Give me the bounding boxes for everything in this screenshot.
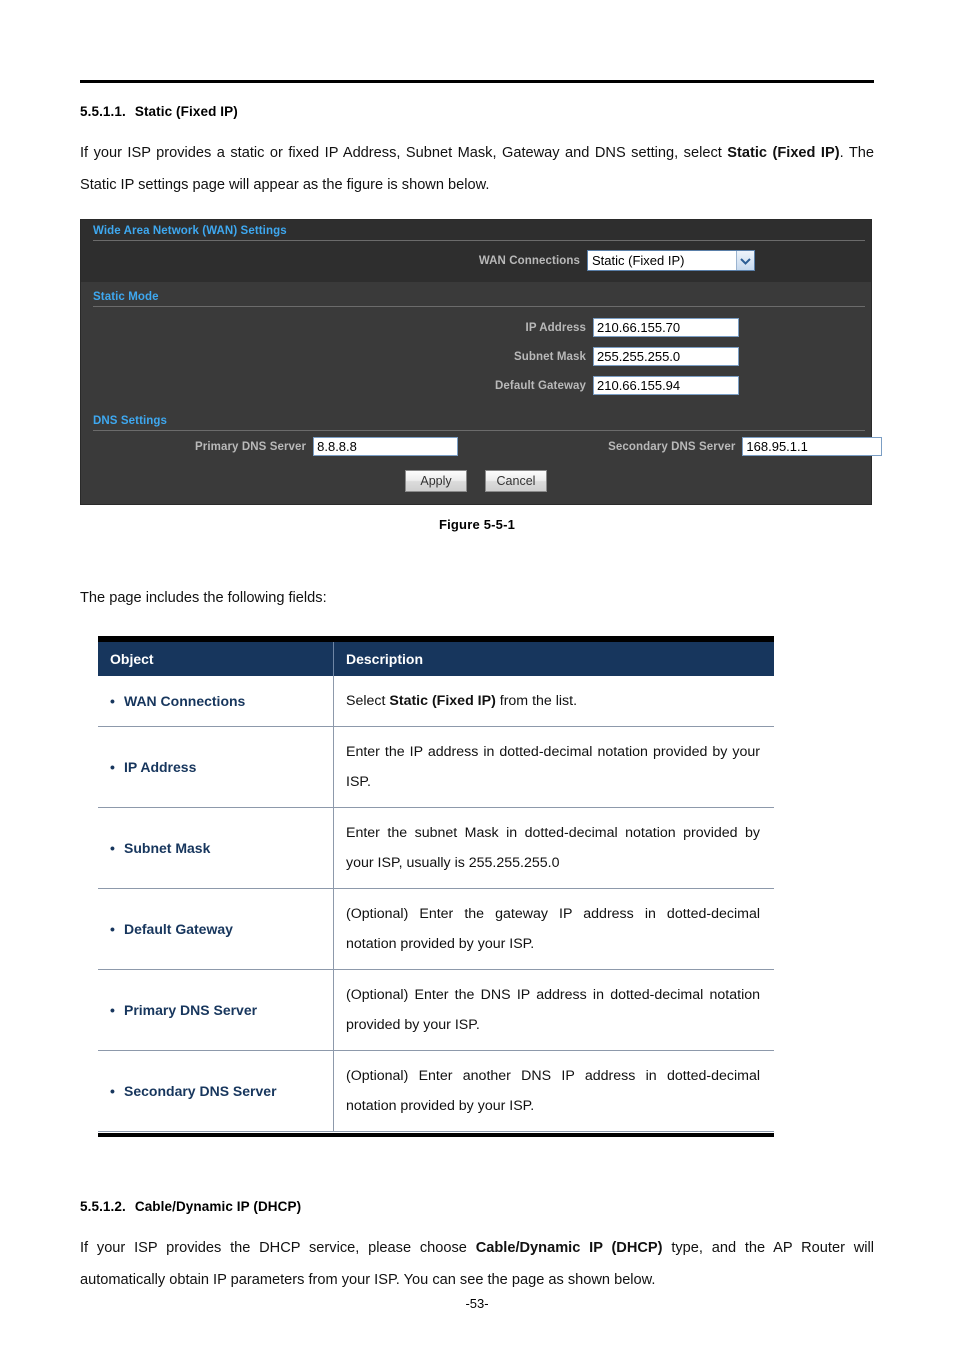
- section-paragraph-dhcp: If your ISP provides the DHCP service, p…: [80, 1240, 874, 1288]
- dns-settings-label: DNS Settings: [93, 415, 168, 427]
- section-heading-static: 5.5.1.1. Static (Fixed IP): [80, 104, 874, 119]
- section-number: 5.5.1.1.: [80, 104, 126, 119]
- column-header-object: Object: [98, 640, 334, 676]
- subnet-mask-label: Subnet Mask: [513, 350, 586, 363]
- section-heading-dhcp: 5.5.1.2. Cable/Dynamic IP (DHCP): [80, 1199, 874, 1214]
- field-description-cell: (Optional) Enter the DNS IP address in d…: [333, 969, 774, 1051]
- field-object-cell: • Subnet Mask: [98, 807, 334, 889]
- table-row: • Default Gateway (Optional) Enter the gat…: [98, 888, 774, 970]
- section-title: Static (Fixed IP): [134, 104, 238, 119]
- secondary-dns-group: Secondary DNS Server: [608, 437, 883, 456]
- secondary-dns-label: Secondary DNS Server: [608, 440, 736, 453]
- subnet-mask-input[interactable]: [593, 347, 739, 366]
- field-object-label: Primary DNS Server: [124, 1002, 258, 1018]
- field-description-cell: (Optional) Enter the gateway IP address …: [333, 888, 774, 970]
- default-gateway-label: Default Gateway: [495, 379, 586, 392]
- page-header-rule: [80, 80, 874, 83]
- table-row: • Subnet Mask Enter the subnet Mask in dot…: [98, 807, 774, 889]
- field-object-label: Default Gateway: [124, 921, 233, 937]
- section-title: Cable/Dynamic IP (DHCP): [134, 1199, 302, 1214]
- section-number: 5.5.1.2.: [80, 1199, 126, 1214]
- field-object-cell: • WAN Connections: [98, 676, 334, 727]
- field-object-label: WAN Connections: [124, 693, 246, 709]
- static-mode-label: Static Mode: [93, 291, 159, 303]
- primary-dns-input[interactable]: [313, 437, 459, 456]
- ip-address-input[interactable]: [593, 318, 739, 337]
- field-object-cell: • IP Address: [98, 726, 334, 808]
- bullet-icon: •: [110, 1083, 115, 1099]
- wan-connections-row: WAN Connections Static (Fixed IP): [81, 241, 871, 282]
- table-bottom-rule: [98, 1133, 774, 1137]
- page-number: -53-: [465, 1296, 489, 1311]
- ip-address-row: IP Address: [81, 307, 871, 342]
- field-object-cell: • Default Gateway: [98, 888, 334, 970]
- table-row: • IP Address Enter the IP address in dotte…: [98, 726, 774, 808]
- primary-dns-label: Primary DNS Server: [195, 440, 307, 453]
- default-gateway-row: Default Gateway: [81, 371, 871, 405]
- figure-caption: Figure 5-5-1: [438, 517, 516, 532]
- wan-connections-value: Static (Fixed IP): [592, 253, 685, 268]
- subnet-mask-row: Subnet Mask: [81, 342, 871, 371]
- wan-connections-select[interactable]: Static (Fixed IP): [587, 250, 755, 271]
- cancel-button[interactable]: Cancel: [485, 470, 547, 492]
- column-header-description: Description: [333, 640, 774, 676]
- fields-table: Object Description • WAN Connections Selec…: [98, 639, 774, 1132]
- apply-button[interactable]: Apply: [405, 470, 467, 492]
- table-body: • WAN Connections Select Static (Fixed IP)…: [98, 676, 774, 1132]
- ip-address-label: IP Address: [525, 321, 586, 334]
- field-object-label: Subnet Mask: [124, 840, 211, 856]
- field-description-cell: Select Static (Fixed IP) from the list.: [333, 676, 774, 727]
- table-row: • Secondary DNS Server (Optional) Enter an…: [98, 1050, 774, 1132]
- secondary-dns-input[interactable]: [742, 437, 883, 456]
- table-header-row: Object Description: [98, 640, 774, 676]
- fields-table-wrapper: Object Description • WAN Connections Selec…: [98, 636, 774, 1137]
- chevron-down-icon[interactable]: [736, 251, 754, 270]
- wan-section-label: Wide Area Network (WAN) Settings: [93, 225, 287, 237]
- panel-button-row: Apply Cancel: [81, 460, 871, 504]
- bullet-icon: •: [110, 1002, 115, 1018]
- bullet-icon: •: [110, 693, 115, 709]
- field-description-cell: (Optional) Enter another DNS IP address …: [333, 1050, 774, 1132]
- document-page: 5.5.1.1. Static (Fixed IP) If your ISP p…: [0, 0, 954, 1350]
- dns-servers-row: Primary DNS Server Secondary DNS Server: [81, 431, 883, 460]
- bullet-icon: •: [110, 759, 115, 775]
- field-object-label: IP Address: [124, 759, 197, 775]
- page-content: 5.5.1.1. Static (Fixed IP) If your ISP p…: [80, 104, 883, 1296]
- table-head: Object Description: [98, 640, 774, 676]
- field-description-cell: Enter the IP address in dotted-decimal n…: [333, 726, 774, 808]
- section-paragraph-static: If your ISP provides a static or fixed I…: [80, 145, 874, 193]
- field-object-cell: • Primary DNS Server: [98, 969, 334, 1051]
- field-object-label: Secondary DNS Server: [124, 1083, 277, 1099]
- table-row: • WAN Connections Select Static (Fixed IP)…: [98, 676, 774, 727]
- table-row: • Primary DNS Server (Optional) Enter the …: [98, 969, 774, 1051]
- static-mode-section: Static Mode IP Address Subnet Mask Defau…: [81, 282, 883, 504]
- default-gateway-input[interactable]: [593, 376, 739, 395]
- field-object-cell: • Secondary DNS Server: [98, 1050, 334, 1132]
- field-description-cell: Enter the subnet Mask in dotted-decimal …: [333, 807, 774, 889]
- wan-connections-label: WAN Connections: [478, 254, 580, 267]
- router-settings-screenshot: Wide Area Network (WAN) Settings WAN Con…: [80, 219, 883, 505]
- primary-dns-group: Primary DNS Server: [195, 437, 459, 456]
- fields-intro-line: The page includes the following fields:: [80, 590, 327, 606]
- bullet-icon: •: [110, 840, 115, 856]
- wan-settings-band: Wide Area Network (WAN) Settings WAN Con…: [81, 220, 871, 282]
- bullet-icon: •: [110, 921, 115, 937]
